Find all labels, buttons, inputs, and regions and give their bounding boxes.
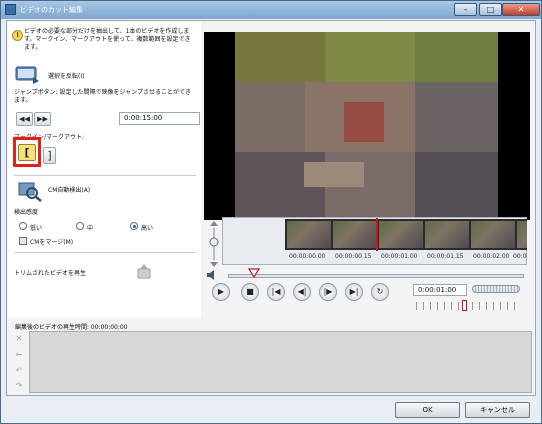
- next-frame-button[interactable]: |▶: [319, 283, 337, 301]
- timeline-tick: 00:00: [513, 253, 527, 260]
- ok-button[interactable]: OK: [395, 402, 460, 418]
- title-bar[interactable]: ビデオのカット編集 – □ ✕: [1, 1, 541, 19]
- zoom-slider-graphic: [209, 221, 219, 267]
- volume-icon[interactable]: [206, 270, 218, 280]
- go-to-end-button[interactable]: ▶|: [345, 283, 363, 301]
- dialog-content: ビデオの必要な部分だけを抽出して、1本のビデオを作成します。マークイン、マークア…: [6, 20, 536, 396]
- timecode-field[interactable]: 0:00:01:00: [413, 284, 467, 296]
- mark-in-button[interactable]: [: [18, 144, 36, 161]
- minimize-icon[interactable]: –: [454, 3, 477, 16]
- thumbnail: [287, 221, 331, 248]
- hint-text: ビデオの必要な部分だけを抽出して、1本のビデオを作成します。マークイン、マークア…: [24, 28, 191, 51]
- merge-cm-checkbox[interactable]: [19, 237, 27, 245]
- thumbnail-strip: [285, 219, 527, 250]
- window-title: ビデオのカット編集: [20, 6, 83, 14]
- previous-frame-button[interactable]: ◀|: [293, 283, 311, 301]
- mark-out-button[interactable]: ]: [43, 147, 56, 164]
- invert-selection-label[interactable]: 選択を反転(I): [48, 71, 84, 80]
- sensitivity-high-label[interactable]: 高い: [141, 223, 153, 232]
- thumbnail: [333, 221, 377, 248]
- sensitivity-low-label[interactable]: 低い: [30, 223, 42, 232]
- jump-forward-button[interactable]: ▶▶: [34, 112, 51, 126]
- jump-interval-field[interactable]: 0:00:15:00: [119, 112, 200, 125]
- sensitivity-high-radio[interactable]: [130, 222, 138, 230]
- playback-controls: ▶ ■ |◀ ◀| |▶ ▶| ↻ 0:00:01:00: [204, 267, 530, 319]
- timeline-tick: 00:00:00.00: [289, 253, 326, 260]
- invert-selection-icon[interactable]: [15, 65, 40, 84]
- shuttle-thumb[interactable]: [462, 300, 467, 311]
- timeline[interactable]: 00:00:00.00 00:00:00.15 00:00:01.00 00:0…: [222, 217, 527, 265]
- go-to-start-button[interactable]: |◀: [267, 283, 285, 301]
- timeline-tick: 00:00:00.15: [335, 253, 372, 260]
- separator: [14, 252, 196, 253]
- mark-in-highlight: [: [13, 137, 41, 167]
- thumbnail: [379, 221, 423, 248]
- separator: [14, 175, 196, 176]
- close-icon[interactable]: ✕: [502, 3, 540, 16]
- seek-thumb-icon[interactable]: [248, 268, 260, 278]
- redo-icon[interactable]: ↷: [13, 380, 25, 392]
- thumbnail: [425, 221, 469, 248]
- stop-button[interactable]: ■: [241, 283, 259, 301]
- info-icon: [12, 30, 23, 41]
- seek-bar[interactable]: [228, 274, 524, 278]
- thumbnail: [471, 221, 515, 248]
- dialog-window: ビデオのカット編集 – □ ✕ ビデオの必要な部分だけを抽出して、1本のビデオを…: [0, 0, 542, 424]
- timeline-zoom-slider[interactable]: [208, 220, 220, 268]
- move-left-icon[interactable]: ←: [13, 349, 25, 361]
- timeline-tick: 00:00:01.00: [381, 253, 418, 260]
- timeline-tick: 00:00:02.00: [473, 253, 510, 260]
- merge-cm-label[interactable]: CMをマージ(M): [30, 237, 73, 246]
- sensitivity-medium-label[interactable]: 中: [87, 223, 93, 232]
- cm-detect-icon[interactable]: [18, 180, 42, 202]
- repeat-button[interactable]: ↻: [371, 283, 389, 301]
- cm-detect-label[interactable]: CM自動検出(A): [48, 185, 90, 194]
- jog-wheel[interactable]: [472, 285, 520, 293]
- timeline-tick: 00:00:01.15: [427, 253, 464, 260]
- play-button[interactable]: ▶: [212, 283, 230, 301]
- thumbnail: [517, 221, 527, 248]
- clip-list[interactable]: [29, 331, 532, 393]
- jump-description: ジャンプボタン: 設定した間隔で映像をジャンプさせることができます。: [14, 89, 191, 104]
- sensitivity-label: 検出感度: [14, 209, 39, 216]
- maximize-icon[interactable]: □: [479, 3, 502, 16]
- video-preview[interactable]: [204, 32, 530, 220]
- edit-area: ✕ ← ↶ ↷: [10, 331, 533, 394]
- play-trimmed-label: トリムされたビデオを再生: [14, 270, 87, 277]
- shuttle-scale: [416, 302, 520, 310]
- sensitivity-medium-radio[interactable]: [76, 222, 84, 230]
- delete-icon[interactable]: ✕: [13, 333, 25, 345]
- app-icon: [5, 4, 16, 15]
- left-panel: ビデオの必要な部分だけを抽出して、1本のビデオを作成します。マークイン、マークア…: [8, 22, 201, 318]
- playhead-marker[interactable]: [376, 218, 378, 251]
- video-frame: [204, 32, 530, 220]
- jump-back-button[interactable]: ◀◀: [16, 112, 33, 126]
- undo-icon[interactable]: ↶: [13, 365, 25, 377]
- sensitivity-low-radio[interactable]: [19, 222, 27, 230]
- edited-duration-label: 編集後のビデオの再生時間: 00:00:00:00: [15, 324, 128, 331]
- cancel-button[interactable]: キャンセル: [465, 402, 530, 418]
- export-icon[interactable]: [136, 263, 152, 279]
